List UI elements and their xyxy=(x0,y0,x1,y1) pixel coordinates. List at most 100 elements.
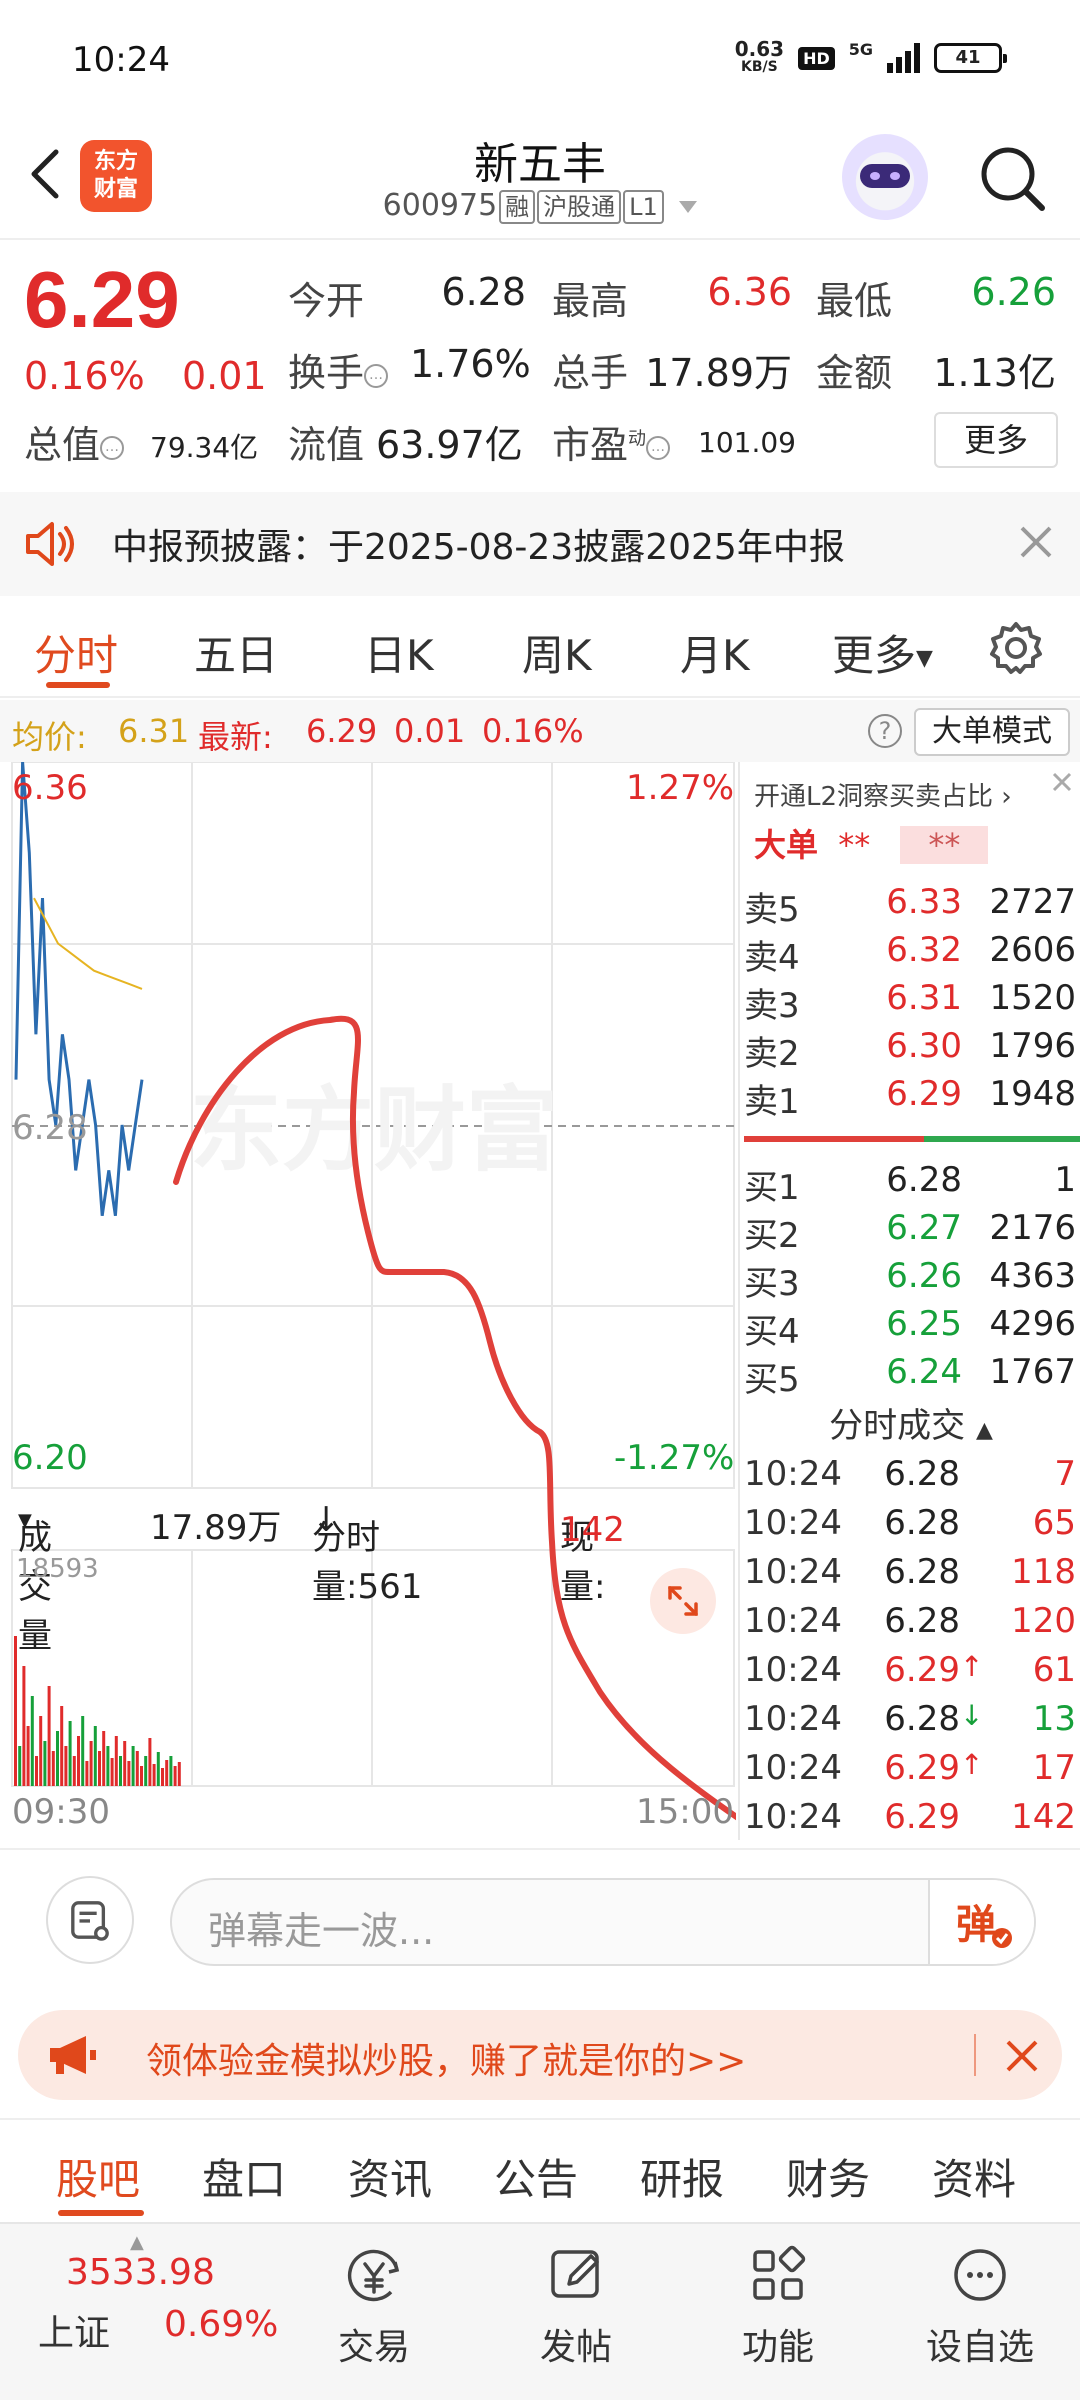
expand-icon[interactable] xyxy=(650,1568,716,1634)
l2-upgrade-link[interactable]: 开通L2洞察买卖占比 › xyxy=(754,776,1012,813)
intraday-chart[interactable]: 东方财富 6.36 1.27% 6.28 6.20 -1.27% 成交量 ▼ 1… xyxy=(0,762,736,1840)
bid-row: 买3 6.26 4363 xyxy=(744,1256,1076,1304)
volume-bar xyxy=(93,1726,97,1786)
ask-row: 卖3 6.31 1520 xyxy=(744,978,1076,1026)
float-value: 63.97亿 xyxy=(376,423,523,467)
more-dots-icon xyxy=(954,2249,1006,2301)
tab-weekly-k[interactable]: 周K xyxy=(522,622,592,683)
tab-five-day[interactable]: 五日 xyxy=(194,622,278,683)
ticks-header[interactable]: 分时成交 ▲ xyxy=(740,1398,1080,1447)
volume-bar xyxy=(47,1686,51,1786)
volume-bar xyxy=(85,1761,89,1786)
gear-icon[interactable] xyxy=(988,620,1044,676)
barrage-input[interactable]: 弹幕走一波... 弹 xyxy=(170,1878,1036,1966)
tab-guba[interactable]: 股吧 xyxy=(56,2146,140,2207)
turnover-label: 换手… xyxy=(288,342,389,397)
volume-bar xyxy=(131,1746,135,1786)
tab-more[interactable]: 更多▼ xyxy=(832,622,933,683)
stock-code: 600975 xyxy=(382,188,498,223)
dropdown-icon[interactable] xyxy=(679,200,698,213)
tab-announcements[interactable]: 公告 xyxy=(494,2146,578,2207)
barrage-settings-icon[interactable] xyxy=(46,1876,134,1964)
tab-research[interactable]: 研报 xyxy=(640,2146,724,2207)
status-icons: 0.63 KB/S HD 5G 41 xyxy=(734,37,1007,76)
tick-row: 10:24 6.28 120 xyxy=(744,1601,1076,1641)
index-value: 3533.98 xyxy=(66,2252,215,2293)
volume-bar xyxy=(119,1756,122,1786)
volume-bar xyxy=(43,1741,47,1786)
tick-row: 10:24 6.28 7 xyxy=(744,1454,1076,1494)
help-icon[interactable]: ? xyxy=(868,714,902,748)
info-icon[interactable]: … xyxy=(100,435,125,460)
y-max-label: 6.36 xyxy=(12,768,88,808)
volume-bar xyxy=(106,1746,110,1786)
grid-icon xyxy=(753,2245,806,2300)
latest-label: 最新: xyxy=(198,718,273,756)
tag-margin: 融 xyxy=(499,190,536,224)
ask-row: 卖5 6.33 2727 xyxy=(744,882,1076,930)
barrage-bar: 弹幕走一波... 弹 xyxy=(0,1848,1080,1988)
tick-row: 10:24 6.28 ↓ 13 xyxy=(744,1699,1076,1739)
nav-functions[interactable]: 功能 xyxy=(708,2240,848,2370)
tab-finance[interactable]: 财务 xyxy=(786,2146,870,2207)
volume-max-label: 18593 xyxy=(16,1554,99,1584)
big-order-mode-button[interactable]: 大单模式 xyxy=(914,708,1070,756)
volume-bar xyxy=(102,1731,106,1786)
volume-bar xyxy=(140,1766,143,1786)
tab-daily-k[interactable]: 日K xyxy=(364,622,434,683)
assistant-robot-icon[interactable] xyxy=(842,134,928,220)
avg-value: 6.31 xyxy=(118,712,190,750)
volume-bar xyxy=(39,1716,43,1786)
svg-text:弹: 弹 xyxy=(956,1902,996,1948)
close-icon[interactable] xyxy=(1016,522,1056,562)
info-icon[interactable]: … xyxy=(646,435,671,460)
x-start-label: 09:30 xyxy=(12,1792,110,1832)
mktcap-value: 79.34亿 xyxy=(150,431,259,464)
volume-bar xyxy=(77,1736,80,1786)
volume-bar xyxy=(98,1751,101,1786)
promo-banner[interactable]: 领体验金模拟炒股，赚了就是你的>> xyxy=(18,2010,1062,2100)
notice-bar[interactable]: 中报预披露：于2025-08-23披露2025年中报 xyxy=(0,492,1080,596)
nav-add-watchlist[interactable]: 设自选 xyxy=(910,2240,1050,2370)
info-icon[interactable]: … xyxy=(364,363,389,388)
chart-tabs: 分时 五日 日K 周K 月K 更多▼ xyxy=(0,598,1080,698)
close-icon[interactable] xyxy=(1046,766,1078,798)
tab-profile[interactable]: 资料 xyxy=(932,2146,1016,2207)
tab-news[interactable]: 资讯 xyxy=(348,2146,432,2207)
low-label: 最低 xyxy=(816,279,893,323)
volume-bar xyxy=(152,1764,156,1786)
volume-bar xyxy=(169,1756,173,1786)
volume-bar xyxy=(68,1721,72,1786)
more-button[interactable]: 更多 xyxy=(934,412,1058,468)
volume-bar xyxy=(81,1716,85,1786)
tab-monthly-k[interactable]: 月K xyxy=(680,622,750,683)
bid-row: 买4 6.25 4296 xyxy=(744,1304,1076,1352)
amount-value: 1.13亿 xyxy=(933,351,1056,395)
tab-underline xyxy=(46,682,110,688)
speaker-icon xyxy=(26,522,74,566)
tick-row: 10:24 6.28 118 xyxy=(744,1552,1076,1592)
tag-level: L1 xyxy=(623,190,664,224)
ask-row: 卖1 6.29 1948 xyxy=(744,1074,1076,1122)
megaphone-icon xyxy=(50,2036,96,2074)
signal-icon xyxy=(887,43,920,73)
y-ref-label: 6.28 xyxy=(12,1108,88,1148)
latest-percent: 0.16% xyxy=(482,712,584,750)
volume-bar xyxy=(60,1706,64,1786)
nav-trade[interactable]: 交易 xyxy=(304,2240,444,2370)
net-speed: 0.63 KB/S xyxy=(734,37,785,75)
trade-icon xyxy=(347,2249,400,2302)
volume-total: 17.89万 xyxy=(150,1508,282,1548)
search-icon[interactable] xyxy=(976,142,1048,214)
volume-header: 成交量 ▼ 17.89万 分时量:561 ↓ 现量: 142 xyxy=(18,1500,625,1656)
turnover-value: 1.76% xyxy=(410,342,531,386)
barrage-send-button[interactable]: 弹 xyxy=(928,1880,1034,1964)
tab-intraday[interactable]: 分时 xyxy=(34,622,118,683)
volume-bar xyxy=(114,1736,118,1786)
tab-handicap[interactable]: 盘口 xyxy=(202,2146,286,2207)
close-icon[interactable] xyxy=(1002,2036,1042,2076)
x-end-label: 15:00 xyxy=(636,1792,734,1832)
nav-post[interactable]: 发帖 xyxy=(506,2240,646,2370)
chart-canvas[interactable]: 东方财富 xyxy=(0,762,736,1840)
volume-bar xyxy=(148,1738,152,1786)
